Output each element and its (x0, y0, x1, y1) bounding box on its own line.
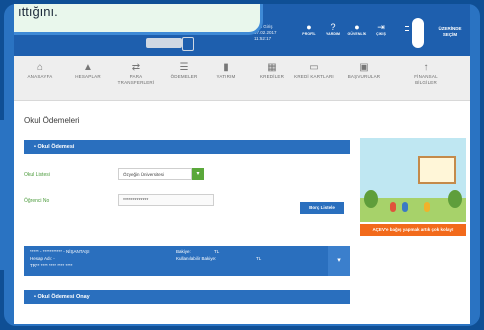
main-nav: ⌂ ANASAYFA ▲ HESAPLAR ⇄ PARA TRANSFERLER… (14, 56, 470, 101)
nav-item-applications[interactable]: ▣ BAŞVURULAR (342, 62, 386, 80)
chevron-down-icon[interactable]: ▾ (328, 246, 350, 276)
account-selector[interactable]: ***** - *********** - NİŞANTAŞI Hesap Ad… (24, 246, 350, 276)
balance-value: TL (214, 249, 220, 254)
nav-label: YATIRIM (216, 74, 236, 79)
logout-button[interactable]: ⇥ ÇIKIŞ (370, 22, 392, 37)
school-select[interactable]: Özyeğin Üniversitesi (118, 168, 192, 180)
account-name: Hesap Adı: - (30, 256, 55, 261)
nav-label: FİNANSAL BİLGİLER (414, 74, 438, 85)
available-balance-value: TL (256, 256, 262, 261)
child-illustration (390, 202, 396, 212)
section-title: Okul Ödemesi Onay (37, 294, 90, 300)
customer-select[interactable]: ÜZERİNDE SEÇİM (434, 26, 466, 38)
payments-icon: ☰ (179, 62, 189, 73)
home-icon: ⌂ (36, 62, 44, 73)
logout-icon: ⇥ (377, 22, 385, 32)
nav-item-credits[interactable]: ▦ KREDİLER (250, 62, 294, 80)
nav-item-payments[interactable]: ☰ ÖDEMELER (162, 62, 206, 80)
bullet-icon: • (34, 294, 36, 300)
help-label: YARDIM (325, 32, 341, 36)
transfer-icon: ⇄ (131, 62, 141, 73)
promo-banner[interactable] (360, 138, 466, 222)
last-login-time: 11:52:17 (254, 36, 272, 41)
nav-label: KREDİLER (259, 74, 285, 79)
customer-toggle[interactable] (412, 18, 424, 48)
nav-label: ANASAYFA (27, 74, 53, 79)
financial-info-icon: ↑ (423, 62, 429, 73)
bullet-icon: • (34, 144, 36, 150)
accounts-icon: ▲ (83, 62, 93, 73)
nav-item-financial-info[interactable]: ↑ FİNANSAL BİLGİLER (404, 62, 448, 86)
nav-label: HESAPLAR (75, 74, 101, 79)
account-number: ***** - *********** - NİŞANTAŞI (30, 249, 90, 254)
left-edge (0, 120, 6, 270)
profile-button[interactable]: ● PROFİL (298, 22, 320, 37)
customer-select-line2: SEÇİM (442, 32, 458, 37)
help-button[interactable]: ? YARDIM (322, 22, 344, 37)
bank-logo[interactable] (146, 38, 182, 48)
logo-mark-icon (182, 37, 194, 51)
school-select-button[interactable]: ▾ (192, 168, 204, 180)
account-iban: TR** **** **** **** **** (30, 263, 73, 268)
credits-icon: ▦ (267, 62, 277, 73)
available-balance-label: Kullanılabilir Bakiye: (176, 256, 217, 261)
nav-label: PARA TRANSFERLERİ (117, 74, 155, 85)
nav-item-accounts[interactable]: ▲ HESAPLAR (66, 62, 110, 80)
lock-icon: ● (354, 22, 360, 32)
profile-icon: ● (306, 22, 312, 32)
child-illustration (424, 202, 430, 212)
help-icon: ? (330, 22, 336, 32)
nav-label: KREDİ KARTLARI (294, 74, 334, 79)
chalkboard-illustration (418, 156, 456, 184)
page-title: Okul Ödemeleri (24, 116, 80, 125)
list-debt-button[interactable]: Borç Listele (300, 202, 344, 214)
security-label: GÜVENLİK (347, 32, 367, 36)
credit-card-icon: ▭ (309, 62, 319, 73)
child-illustration (402, 202, 408, 212)
nav-item-home[interactable]: ⌂ ANASAYFA (18, 62, 62, 80)
nav-item-transfers[interactable]: ⇄ PARA TRANSFERLERİ (114, 62, 158, 86)
menu-lines-icon (405, 26, 409, 31)
section-payment-confirm[interactable]: • Okul Ödemesi Onay (24, 290, 350, 304)
nav-label: ÖDEMELER (170, 74, 198, 79)
logout-label: ÇIKIŞ (376, 32, 386, 36)
student-no-label: Öğrenci No (24, 198, 50, 204)
section-school-payment[interactable]: • Okul Ödemesi (24, 140, 350, 154)
profile-label: PROFİL (302, 32, 316, 36)
section-title: Okul Ödemesi (37, 144, 75, 150)
security-button[interactable]: ● GÜVENLİK (346, 22, 368, 37)
tooltip-text: ıttığını. (18, 4, 58, 19)
tooltip-bubble: ıttığını. (14, 4, 263, 35)
donate-cta-button[interactable]: AÇEV'e bağış yapmak artık çok kolay! (360, 224, 466, 236)
nav-item-investment[interactable]: ▮ YATIRIM (204, 62, 248, 80)
banking-screen: Son Giriş 07.02.2017 11:52:17 ● PROFİL ?… (14, 4, 470, 324)
investment-icon: ▮ (223, 62, 229, 73)
nav-label: BAŞVURULAR (347, 74, 381, 79)
balance-label: Bakiye: (176, 249, 191, 254)
tree-illustration (448, 190, 462, 208)
tree-illustration (364, 190, 378, 208)
nav-item-credit-cards[interactable]: ▭ KREDİ KARTLARI (292, 62, 336, 80)
student-no-input[interactable]: ************* (118, 194, 214, 206)
applications-icon: ▣ (359, 62, 369, 73)
school-list-label: Okul Listesi (24, 172, 50, 178)
